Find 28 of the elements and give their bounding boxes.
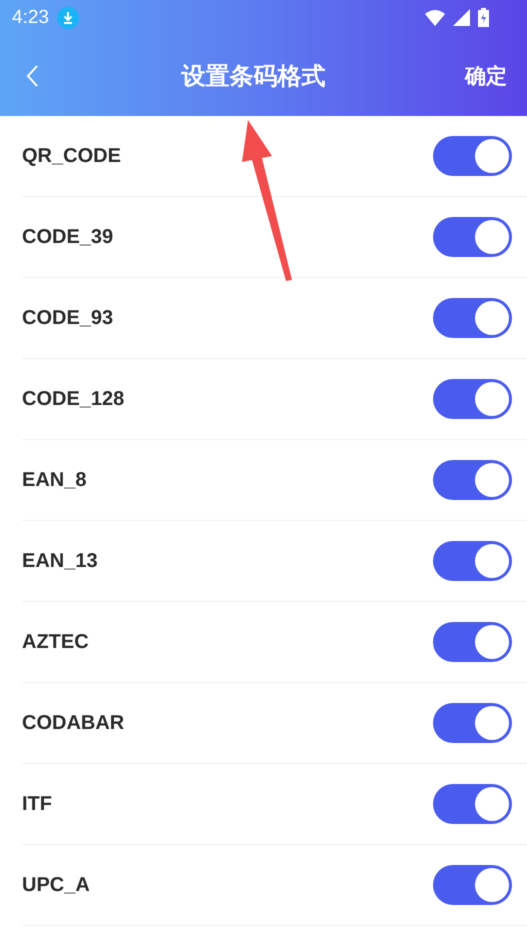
format-label: CODE_128	[22, 388, 124, 410]
toggle-switch[interactable]	[433, 379, 512, 419]
battery-icon	[478, 8, 489, 27]
toggle-switch[interactable]	[433, 784, 512, 824]
confirm-button[interactable]: 确定	[465, 62, 507, 90]
format-label: EAN_13	[22, 550, 98, 572]
download-icon	[56, 6, 79, 28]
format-label: UPC_A	[22, 874, 90, 896]
toggle-switch[interactable]	[433, 622, 512, 662]
toggle-switch[interactable]	[433, 217, 512, 257]
toggle-switch[interactable]	[433, 298, 512, 338]
toggle-switch[interactable]	[433, 136, 512, 176]
format-label: ITF	[22, 792, 52, 816]
format-label: QR_CODE	[22, 144, 121, 168]
format-label: EAN_8	[22, 468, 86, 492]
toggle-switch[interactable]	[433, 460, 512, 500]
toggle-switch[interactable]	[433, 865, 512, 905]
toggle-switch[interactable]	[433, 541, 512, 581]
page-title: 设置条码格式	[180, 60, 326, 92]
wifi-icon	[425, 10, 445, 26]
signal-icon	[453, 9, 470, 26]
format-label: CODABAR	[22, 712, 124, 734]
back-icon	[26, 64, 38, 86]
format-label: CODE_39	[22, 226, 114, 248]
format-label: AZTEC	[22, 630, 89, 654]
toggle-switch[interactable]	[433, 703, 512, 743]
format-label: CODE_93	[22, 306, 114, 330]
status-time: 4:23	[12, 6, 49, 28]
